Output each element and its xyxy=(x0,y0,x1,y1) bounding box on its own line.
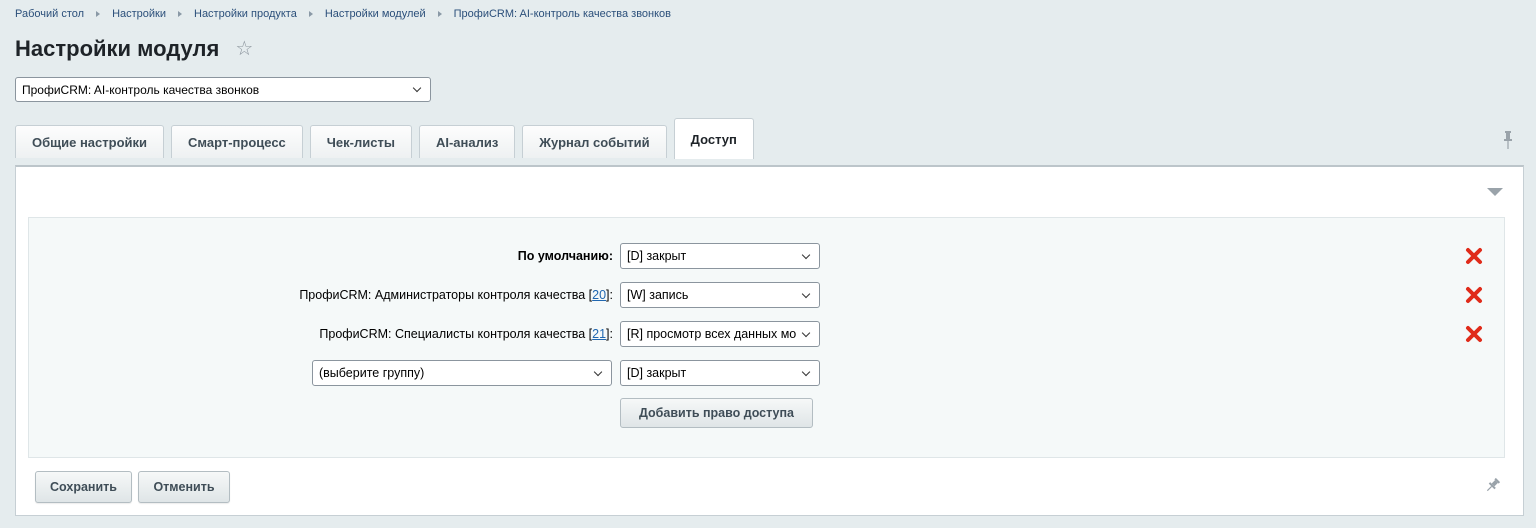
access-row-default: По умолчанию: [D] закрыт xyxy=(29,243,1504,269)
triangle-down-icon[interactable] xyxy=(1487,188,1503,196)
admins-group-label: ПрофиCRM: Администраторы контроля качест… xyxy=(299,282,613,308)
group-select-value: (выберите группу) xyxy=(319,366,425,380)
breadcrumb-separator-icon xyxy=(437,11,442,17)
tab-access[interactable]: Доступ xyxy=(673,118,754,159)
specialists-group-suffix: ]: xyxy=(606,327,613,341)
pin-icon[interactable] xyxy=(1485,477,1501,493)
tab-general-settings[interactable]: Общие настройки xyxy=(15,125,164,158)
admins-access-value: [W] запись xyxy=(627,288,689,302)
cancel-button[interactable]: Отменить xyxy=(138,471,230,503)
red-x-icon[interactable] xyxy=(1465,286,1483,304)
breadcrumb-module-settings[interactable]: Настройки модулей xyxy=(325,8,426,20)
breadcrumb-settings[interactable]: Настройки xyxy=(112,8,166,20)
breadcrumb-current-module[interactable]: ПрофиCRM: AI-контроль качества звонков xyxy=(454,8,671,20)
default-access-select[interactable]: [D] закрыт xyxy=(620,243,820,269)
breadcrumb-desktop[interactable]: Рабочий стол xyxy=(15,8,84,20)
chevron-down-icon xyxy=(801,250,811,259)
tab-content-panel: По умолчанию: [D] закрыт ПрофиCRM: Админ… xyxy=(15,165,1524,516)
specialists-group-id-link[interactable]: 21 xyxy=(592,327,606,341)
specialists-access-value: [R] просмотр всех данных мо xyxy=(627,327,797,341)
star-icon[interactable]: ☆ xyxy=(235,39,253,59)
specialists-group-name: ПрофиCRM: Специалисты контроля качества … xyxy=(319,327,593,341)
tab-bar: Общие настройки Смарт-процесс Чек-листы … xyxy=(15,118,761,159)
breadcrumb: Рабочий стол Настройки Настройки продукт… xyxy=(15,8,671,20)
access-row-admins: ПрофиCRM: Администраторы контроля качест… xyxy=(29,282,1504,308)
specialists-access-select[interactable]: [R] просмотр всех данных мо xyxy=(620,321,820,347)
admins-access-select[interactable]: [W] запись xyxy=(620,282,820,308)
breadcrumb-separator-icon xyxy=(308,11,313,17)
add-access-right-button[interactable]: Добавить право доступа xyxy=(620,398,813,428)
admins-group-id-link[interactable]: 20 xyxy=(592,288,606,302)
module-select-value: ПрофиCRM: AI-контроль качества звонков xyxy=(22,82,260,97)
specialists-group-label: ПрофиCRM: Специалисты контроля качества … xyxy=(319,321,613,347)
default-access-label: По умолчанию: xyxy=(517,249,613,263)
access-row-specialists: ПрофиCRM: Специалисты контроля качества … xyxy=(29,321,1504,347)
title-row: Настройки модуля ☆ xyxy=(15,36,253,62)
breadcrumb-separator-icon xyxy=(178,11,182,17)
admins-group-name: ПрофиCRM: Администраторы контроля качест… xyxy=(299,288,593,302)
pin-icon[interactable] xyxy=(1503,131,1513,149)
tab-checklists[interactable]: Чек-листы xyxy=(309,125,412,158)
page-title: Настройки модуля xyxy=(15,36,220,61)
breadcrumb-product-settings[interactable]: Настройки продукта xyxy=(194,8,297,20)
module-select[interactable]: ПрофиCRM: AI-контроль качества звонков xyxy=(15,77,431,102)
new-access-select[interactable]: [D] закрыт xyxy=(620,360,820,386)
chevron-down-icon xyxy=(801,328,811,337)
chevron-down-icon xyxy=(801,367,811,376)
save-button[interactable]: Сохранить xyxy=(35,471,132,503)
tab-event-log[interactable]: Журнал событий xyxy=(522,125,667,158)
chevron-down-icon xyxy=(412,83,422,93)
chevron-down-icon xyxy=(593,367,603,376)
tab-smart-process[interactable]: Смарт-процесс xyxy=(171,125,303,158)
red-x-icon[interactable] xyxy=(1465,247,1483,265)
breadcrumb-separator-icon xyxy=(96,11,101,17)
chevron-down-icon xyxy=(801,289,811,298)
access-rights-section: По умолчанию: [D] закрыт ПрофиCRM: Админ… xyxy=(28,217,1505,458)
new-access-value: [D] закрыт xyxy=(627,366,687,380)
red-x-icon[interactable] xyxy=(1465,325,1483,343)
admins-group-suffix: ]: xyxy=(606,288,613,302)
tab-ai-analysis[interactable]: AI-анализ xyxy=(418,125,516,158)
access-row-new: (выберите группу) [D] закрыт xyxy=(29,360,1504,386)
default-access-value: [D] закрыт xyxy=(627,249,687,263)
group-select[interactable]: (выберите группу) xyxy=(312,360,612,386)
